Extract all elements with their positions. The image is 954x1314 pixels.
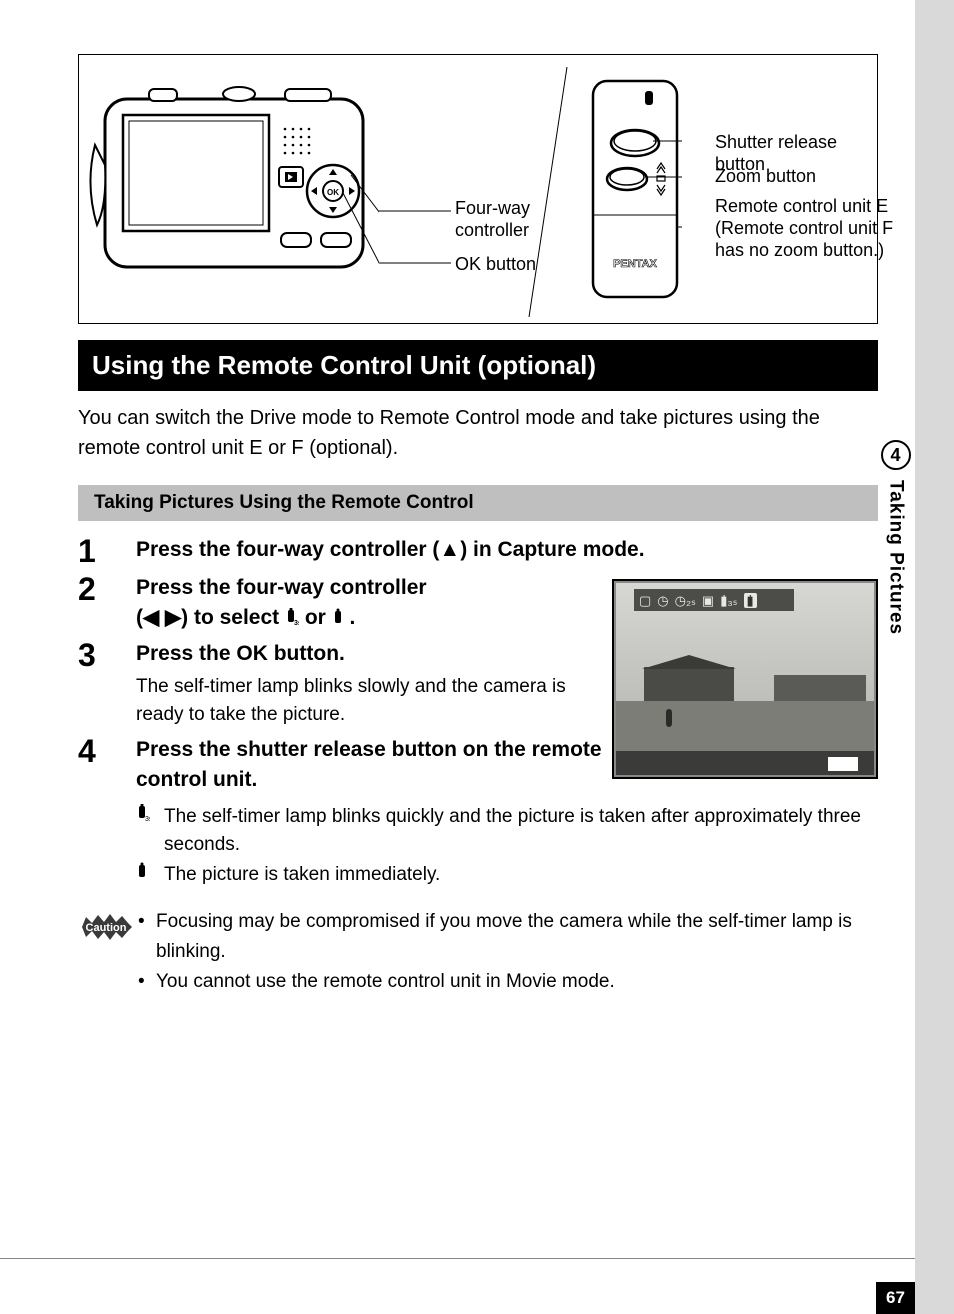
- lead-ok: [379, 255, 457, 271]
- step-number: 4: [78, 735, 136, 795]
- svg-text:Caution: Caution: [86, 922, 127, 934]
- result-text: The picture is taken immediately.: [164, 861, 440, 889]
- step-number: 1: [78, 535, 136, 567]
- page-number: 67: [876, 1282, 915, 1314]
- step-number: 3: [78, 639, 136, 729]
- caution-bullet: You cannot use the remote control unit i…: [156, 967, 615, 997]
- remote-3s-icon: 3s: [136, 803, 164, 859]
- label-remote-unit: Remote control unit E (Remote control un…: [715, 195, 905, 261]
- lcd-preview-photo: ▢ ◷ ◷₂ₛ ▣ ▮̇₃ₛ ▮̇: [612, 579, 878, 779]
- step-heading: Press the shutter release button on the …: [136, 735, 616, 795]
- device-diagram: OK Four-way controller OK button: [78, 54, 878, 324]
- remote-0s-icon: [136, 861, 164, 889]
- diagram-divider: [519, 67, 579, 317]
- brand-text: PENTAX: [613, 258, 657, 270]
- page-content: OK Four-way controller OK button: [78, 54, 878, 997]
- remote-3s-icon: 3s: [285, 608, 299, 626]
- chapter-number: 4: [881, 440, 911, 470]
- step-number: 2: [78, 573, 136, 633]
- drive-icon-remote3s: ▮̇₃ₛ: [720, 594, 737, 607]
- svg-text:OK: OK: [327, 188, 339, 197]
- lead-fourway: [379, 203, 457, 223]
- svg-text:3s: 3s: [294, 620, 299, 626]
- step-description: The self-timer lamp blinks slowly and th…: [136, 673, 616, 729]
- drive-mode-icon-strip: ▢ ◷ ◷₂ₛ ▣ ▮̇₃ₛ ▮̇: [634, 589, 794, 611]
- step-1: 1 Press the four-way controller (▲) in C…: [78, 535, 878, 567]
- chapter-tab: 4 Taking Pictures: [876, 440, 915, 678]
- subsection-title: Taking Pictures Using the Remote Control: [78, 485, 878, 521]
- step-heading: Press the four-way controller (◀ ▶) to s…: [136, 573, 616, 633]
- svg-text:3s: 3s: [145, 816, 150, 822]
- intro-paragraph: You can switch the Drive mode to Remote …: [78, 403, 838, 463]
- remote-0s-icon: [332, 608, 344, 626]
- step-heading: Press the OK button.: [136, 639, 616, 669]
- result-text: The self-timer lamp blinks quickly and t…: [164, 803, 878, 859]
- remote-illustration: PENTAX: [587, 77, 682, 307]
- camera-illustration: OK: [89, 75, 379, 285]
- drive-icon-timer: ◷: [657, 594, 668, 607]
- caution-icon: Caution: [78, 907, 138, 997]
- step-heading: Press the four-way controller (▲) in Cap…: [136, 535, 878, 565]
- label-zoom: Zoom button: [715, 165, 816, 187]
- drive-icon-continuous: ▣: [702, 594, 714, 607]
- caution-block: Caution •Focusing may be compromised if …: [78, 907, 878, 997]
- footer-rule: [0, 1258, 915, 1259]
- drive-icon-remote: ▮̇: [744, 593, 757, 608]
- result-notes: 3s The self-timer lamp blinks quickly an…: [136, 803, 878, 889]
- manual-page: OK Four-way controller OK button: [0, 0, 915, 1314]
- caution-bullet: Focusing may be compromised if you move …: [156, 907, 878, 967]
- drive-icon-single: ▢: [639, 594, 651, 607]
- section-title: Using the Remote Control Unit (optional): [78, 340, 878, 391]
- chapter-title: Taking Pictures: [885, 480, 907, 635]
- drive-icon-timer2s: ◷₂ₛ: [675, 594, 696, 607]
- steps-list: ▢ ◷ ◷₂ₛ ▣ ▮̇₃ₛ ▮̇ 1 Press the four-way c…: [78, 535, 878, 997]
